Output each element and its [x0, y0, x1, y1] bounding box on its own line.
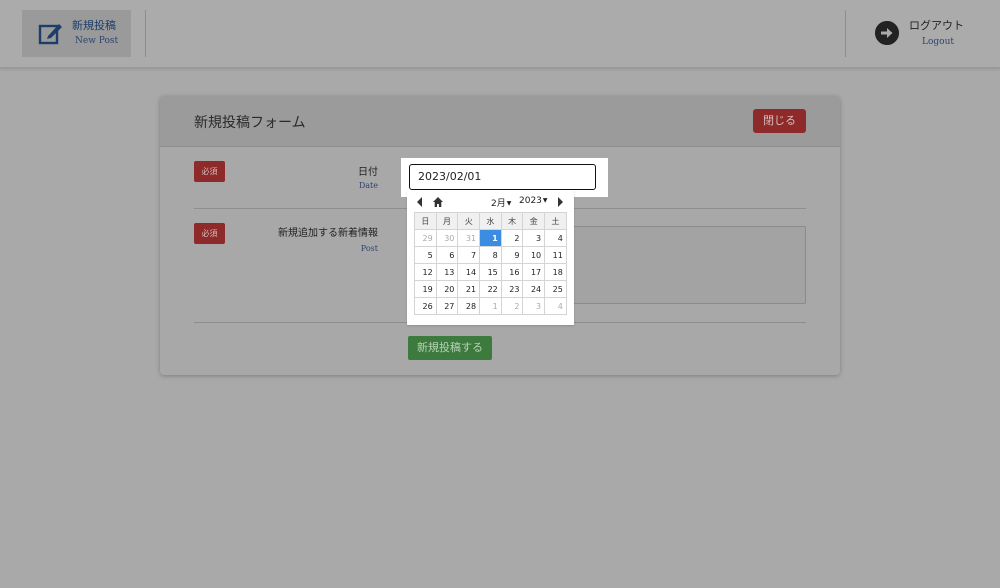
- logout-sublabel: Logout: [922, 37, 954, 47]
- calendar-day[interactable]: 5: [414, 246, 437, 264]
- chevron-down-icon: ▼: [506, 200, 512, 207]
- calendar-day[interactable]: 22: [479, 280, 502, 298]
- calendar-day[interactable]: 16: [500, 263, 524, 281]
- calendar-week: 26 27 28 1 2 3 4: [414, 297, 567, 315]
- home-icon[interactable]: [432, 196, 444, 208]
- calendar-day[interactable]: 11: [544, 246, 567, 264]
- calendar-day[interactable]: 25: [544, 280, 567, 298]
- calendar-grid: 日 月 火 水 木 金 土 29 30 31 1 2 3 4 5 6 7 8 9…: [414, 212, 567, 315]
- calendar-day[interactable]: 23: [500, 280, 524, 298]
- next-month-icon[interactable]: [558, 197, 563, 207]
- new-post-label: 新規投稿: [72, 19, 116, 32]
- logout-button[interactable]: ログアウト Logout: [866, 10, 986, 57]
- weekday-header: 木: [500, 212, 524, 230]
- arrow-right-circle-icon: [875, 21, 899, 45]
- calendar-day[interactable]: 13: [435, 263, 459, 281]
- calendar-day[interactable]: 15: [479, 263, 502, 281]
- logout-label: ログアウト: [909, 19, 964, 32]
- calendar-day[interactable]: 8: [479, 246, 502, 264]
- calendar-day[interactable]: 3: [522, 229, 546, 247]
- calendar-day[interactable]: 2: [500, 229, 524, 247]
- calendar-week: 5 6 7 8 9 10 11: [414, 246, 567, 264]
- calendar-week: 12 13 14 15 16 17 18: [414, 263, 567, 281]
- weekday-header: 火: [457, 212, 481, 230]
- calendar-day[interactable]: 4: [544, 297, 567, 315]
- header-divider: [145, 10, 146, 57]
- date-label: 日付: [358, 167, 378, 178]
- date-sublabel: Date: [358, 181, 378, 190]
- calendar-day[interactable]: 9: [500, 246, 524, 264]
- weekday-header: 金: [522, 212, 546, 230]
- calendar-day[interactable]: 3: [522, 297, 546, 315]
- weekday-header: 月: [435, 212, 459, 230]
- calendar-day-selected[interactable]: 1: [479, 229, 502, 247]
- calendar-day[interactable]: 19: [414, 280, 437, 298]
- calendar-day[interactable]: 10: [522, 246, 546, 264]
- weekday-header: 土: [544, 212, 567, 230]
- weekday-header: 日: [414, 212, 437, 230]
- required-badge: 必須: [194, 161, 225, 182]
- top-header: 新規投稿 New Post ログアウト Logout: [0, 0, 1000, 68]
- calendar-day[interactable]: 2: [500, 297, 524, 315]
- form-title: 新規投稿フォーム: [194, 115, 306, 131]
- calendar-day[interactable]: 21: [457, 280, 481, 298]
- date-input[interactable]: 2023/02/01: [409, 164, 596, 190]
- card-header: 新規投稿フォーム 閉じる: [160, 96, 840, 147]
- calendar-day[interactable]: 24: [522, 280, 546, 298]
- month-label: 2月: [491, 199, 506, 209]
- calendar-day[interactable]: 26: [414, 297, 437, 315]
- edit-icon: [38, 24, 62, 45]
- submit-button[interactable]: 新規投稿する: [408, 336, 492, 360]
- year-select[interactable]: 2023▼: [519, 196, 548, 206]
- calendar-day[interactable]: 20: [435, 280, 459, 298]
- calendar-week: 29 30 31 1 2 3 4: [414, 229, 567, 247]
- year-label: 2023: [519, 196, 542, 206]
- calendar-day[interactable]: 27: [435, 297, 459, 315]
- post-sublabel: Post: [360, 244, 378, 253]
- calendar-day[interactable]: 18: [544, 263, 567, 281]
- datepicker-popup: 2月▼ 2023▼ 日 月 火 水 木 金 土 29 30 31 1 2 3 4…: [407, 190, 574, 325]
- weekday-header: 水: [479, 212, 502, 230]
- post-label: 新規追加する新着情報: [278, 228, 378, 239]
- calendar-day[interactable]: 14: [457, 263, 481, 281]
- new-post-nav-button[interactable]: 新規投稿 New Post: [22, 10, 131, 57]
- calendar-day[interactable]: 28: [457, 297, 481, 315]
- calendar-day[interactable]: 1: [479, 297, 502, 315]
- calendar-day[interactable]: 29: [414, 229, 437, 247]
- calendar-day[interactable]: 31: [457, 229, 481, 247]
- calendar-day[interactable]: 17: [522, 263, 546, 281]
- close-button[interactable]: 閉じる: [753, 109, 806, 133]
- calendar-day[interactable]: 30: [435, 229, 459, 247]
- month-select[interactable]: 2月▼: [491, 196, 511, 209]
- calendar-day[interactable]: 4: [544, 229, 567, 247]
- calendar-day[interactable]: 12: [414, 263, 437, 281]
- header-divider: [845, 10, 846, 57]
- calendar-week: 19 20 21 22 23 24 25: [414, 280, 567, 298]
- calendar-day[interactable]: 6: [435, 246, 459, 264]
- prev-month-icon[interactable]: [417, 197, 422, 207]
- new-post-sublabel: New Post: [75, 36, 119, 46]
- chevron-down-icon: ▼: [542, 197, 548, 204]
- calendar-day[interactable]: 7: [457, 246, 481, 264]
